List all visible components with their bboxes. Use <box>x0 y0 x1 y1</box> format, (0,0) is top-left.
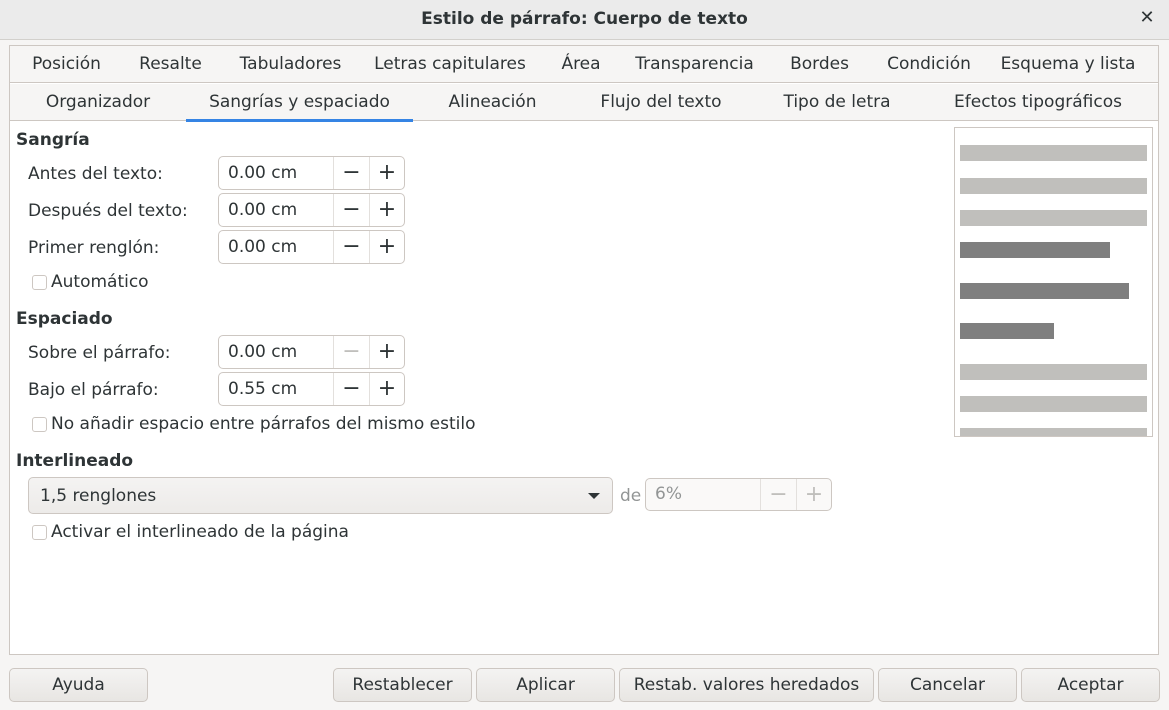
below-paragraph-label: Bajo el párrafo: <box>28 380 159 400</box>
minus-icon: − <box>342 197 361 222</box>
preview-line-next <box>960 364 1147 380</box>
above-paragraph-spinner: 0.00 cm − + <box>218 335 405 369</box>
minus-icon: − <box>342 160 361 185</box>
preview-line-current <box>960 323 1054 339</box>
first-line-input[interactable]: 0.00 cm <box>219 231 334 263</box>
tab-transparencia[interactable]: Transparencia <box>628 46 761 83</box>
page-line-spacing-label: Activar el interlineado de la página <box>51 522 349 542</box>
plus-icon: + <box>377 197 397 222</box>
preview-line-current <box>960 242 1110 258</box>
line-spacing-increment-button[interactable]: + <box>796 479 831 510</box>
close-icon[interactable]: ✕ <box>1137 7 1157 29</box>
below-paragraph-decrement-button[interactable]: − <box>334 373 369 405</box>
spacing-heading: Espaciado <box>16 309 113 329</box>
plus-icon: + <box>804 482 824 507</box>
tab-esquema-y-lista[interactable]: Esquema y lista <box>996 46 1140 83</box>
preview-line-previous <box>960 145 1147 161</box>
plus-icon: + <box>377 376 397 401</box>
before-text-decrement-button[interactable]: − <box>334 157 369 189</box>
preview-line-current <box>960 283 1129 299</box>
before-text-label: Antes del texto: <box>28 164 163 184</box>
window-title: Estilo de párrafo: Cuerpo de texto <box>421 9 748 29</box>
tab-organizador[interactable]: Organizador <box>18 84 178 121</box>
after-text-label: Después del texto: <box>28 201 188 221</box>
tab-tipo-de-letra[interactable]: Tipo de letra <box>752 84 922 121</box>
tab-bordes[interactable]: Bordes <box>776 46 863 83</box>
first-line-spinner: 0.00 cm − + <box>218 230 405 264</box>
first-line-label: Primer renglón: <box>28 238 160 258</box>
automatic-label: Automático <box>51 272 149 292</box>
paragraph-preview <box>954 127 1153 437</box>
help-button[interactable]: Ayuda <box>9 668 148 702</box>
page-line-spacing-checkbox[interactable]: Activar el interlineado de la página <box>32 522 349 542</box>
line-spacing-value-spinner: 6% − + <box>645 478 832 511</box>
ok-button[interactable]: Aceptar <box>1021 668 1160 702</box>
after-text-decrement-button[interactable]: − <box>334 194 369 226</box>
preview-line-next <box>960 396 1147 412</box>
reset-inherited-button[interactable]: Restab. valores heredados <box>619 668 874 702</box>
no-space-same-style-label: No añadir espacio entre párrafos del mis… <box>51 414 476 434</box>
before-text-increment-button[interactable]: + <box>369 157 404 189</box>
tab-flujo-del-texto[interactable]: Flujo del texto <box>576 84 746 121</box>
plus-icon: + <box>377 234 397 259</box>
title-bar: Estilo de párrafo: Cuerpo de texto ✕ <box>0 0 1169 40</box>
tab-row-1: Posición Resalte Tabuladores Letras capi… <box>10 46 1158 83</box>
tab-row-2: Organizador Sangrías y espaciado Alineac… <box>10 84 1158 122</box>
preview-line-next <box>960 428 1147 436</box>
preview-line-previous <box>960 210 1147 226</box>
tab-area[interactable]: Área <box>548 46 614 83</box>
minus-icon: − <box>342 339 361 364</box>
tab-sangrias-y-espaciado[interactable]: Sangrías y espaciado <box>186 84 413 122</box>
of-label: de <box>620 486 642 506</box>
cancel-button[interactable]: Cancelar <box>878 668 1017 702</box>
below-paragraph-input[interactable]: 0.55 cm <box>219 373 334 405</box>
after-text-increment-button[interactable]: + <box>369 194 404 226</box>
line-spacing-dropdown[interactable]: 1,5 renglones <box>28 477 613 514</box>
preview-line-previous <box>960 178 1147 194</box>
line-spacing-selected: 1,5 renglones <box>40 486 157 506</box>
reset-button[interactable]: Restablecer <box>333 668 472 702</box>
above-paragraph-decrement-button[interactable]: − <box>334 336 369 368</box>
line-spacing-heading: Interlineado <box>16 451 134 471</box>
automatic-checkbox[interactable]: Automático <box>32 272 149 292</box>
above-paragraph-input[interactable]: 0.00 cm <box>219 336 334 368</box>
no-space-same-style-checkbox[interactable]: No añadir espacio entre párrafos del mis… <box>32 414 475 434</box>
line-spacing-value-input[interactable]: 6% <box>646 479 761 510</box>
tab-alineacion[interactable]: Alineación <box>414 84 571 121</box>
below-paragraph-increment-button[interactable]: + <box>369 373 404 405</box>
tab-letras-capitulares[interactable]: Letras capitulares <box>366 46 534 83</box>
before-text-spinner: 0.00 cm − + <box>218 156 405 190</box>
tab-condicion[interactable]: Condición <box>876 46 982 83</box>
chevron-down-icon <box>588 493 600 499</box>
above-paragraph-increment-button[interactable]: + <box>369 336 404 368</box>
tab-tabuladores[interactable]: Tabuladores <box>228 46 353 83</box>
plus-icon: + <box>377 339 397 364</box>
indent-heading: Sangría <box>16 130 90 150</box>
checkbox-box <box>32 416 47 432</box>
apply-button[interactable]: Aplicar <box>476 668 615 702</box>
above-paragraph-label: Sobre el párrafo: <box>28 343 171 363</box>
tab-posicion[interactable]: Posición <box>19 46 114 83</box>
first-line-increment-button[interactable]: + <box>369 231 404 263</box>
tab-resalte[interactable]: Resalte <box>128 46 213 83</box>
checkbox-box <box>32 274 47 290</box>
minus-icon: − <box>342 234 361 259</box>
tab-efectos-tipograficos[interactable]: Efectos tipográficos <box>932 84 1144 121</box>
plus-icon: + <box>377 160 397 185</box>
minus-icon: − <box>769 482 788 507</box>
after-text-input[interactable]: 0.00 cm <box>219 194 334 226</box>
checkbox-box <box>32 524 47 540</box>
minus-icon: − <box>342 376 361 401</box>
after-text-spinner: 0.00 cm − + <box>218 193 405 227</box>
line-spacing-decrement-button[interactable]: − <box>761 479 796 510</box>
before-text-input[interactable]: 0.00 cm <box>219 157 334 189</box>
below-paragraph-spinner: 0.55 cm − + <box>218 372 405 406</box>
first-line-decrement-button[interactable]: − <box>334 231 369 263</box>
